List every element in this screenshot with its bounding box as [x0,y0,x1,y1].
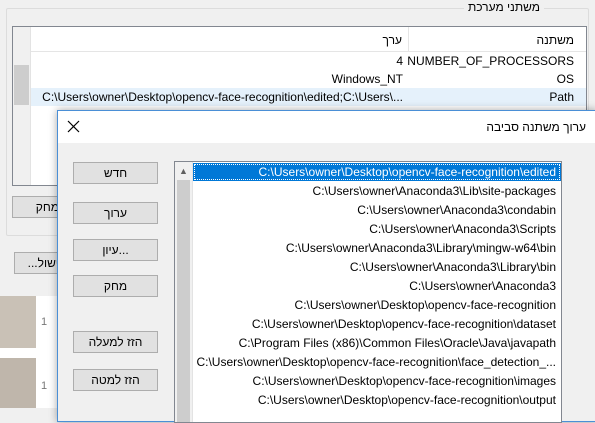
thumbnail-image [0,358,36,408]
dialog-titlebar[interactable]: ערוך משתנה סביבה [58,111,595,143]
column-header-variable[interactable]: משתנה [537,33,574,47]
variable-name: Path [549,90,574,104]
variable-name: NUMBER_OF_PROCESSORS [407,54,574,68]
edit-button[interactable]: ערוך [73,202,158,224]
system-variable-row-path[interactable]: Path C:\Users\owner\Desktop\opencv-face-… [31,88,586,106]
browse-button[interactable]: עיון... [73,239,158,261]
column-divider[interactable] [408,27,409,51]
path-entry[interactable]: C:\Program Files (x86)\Common Files\Orac… [193,334,561,352]
path-entry[interactable]: C:\Users\owner\Desktop\opencv-face-recog… [193,163,561,181]
variable-value: C:\Users\owner\Desktop\opencv-face-recog… [42,90,403,104]
path-entry[interactable]: C:\Users\owner\Anaconda3\Lib\site-packag… [193,182,561,200]
path-list-scrollbar[interactable]: ▲ [175,162,193,422]
path-entry[interactable]: C:\Users\owner\Desktop\opencv-face-recog… [193,315,561,333]
system-variable-row[interactable]: OS Windows_NT [31,70,586,88]
path-entry[interactable]: C:\Users\owner\Desktop\opencv-face-recog… [193,391,561,409]
new-button[interactable]: חדש [73,162,158,184]
variable-name: OS [556,72,574,86]
system-variable-row[interactable]: NUMBER_OF_PROCESSORS 4 [31,52,586,70]
dialog-title: ערוך משתנה סביבה [486,120,586,134]
column-header-value[interactable]: ערך [383,33,402,47]
path-entry[interactable]: C:\Users\owner\Anaconda3\condabin [193,201,561,219]
close-icon [67,120,80,133]
scroll-up-arrow-icon[interactable]: ▲ [179,166,188,176]
path-entry[interactable]: C:\Users\owner\Anaconda3\Library\bin [193,258,561,276]
close-button[interactable] [58,111,90,143]
move-up-button[interactable]: הזז למעלה [73,331,158,353]
thumbnail-number: 1 [41,380,48,392]
variable-value: 4 [396,54,403,68]
variable-value: Windows_NT [331,72,403,86]
path-entry[interactable]: C:\Users\owner\Anaconda3\Scripts [193,220,561,238]
path-entries-list[interactable]: ▲ C:\Users\owner\Desktop\opencv-face-rec… [174,161,562,423]
move-down-button[interactable]: הזז למטה [73,369,158,391]
path-entry[interactable]: C:\Users\owner\Anaconda3 [193,277,561,295]
scrollbar-thumb[interactable] [14,65,29,105]
system-variables-label: משתני מערכת [463,0,544,14]
list-header: משתנה ערך [31,27,586,52]
thumbnail-number: 1 [41,316,48,328]
path-entry[interactable]: C:\Users\owner\Desktop\opencv-face-recog… [193,353,561,371]
path-entry[interactable]: C:\Users\owner\Desktop\opencv-face-recog… [193,372,561,390]
edit-environment-variable-dialog: ערוך משתנה סביבה חדש ערוך עיון... מחק הז… [57,110,595,423]
path-entry[interactable]: C:\Users\owner\Desktop\opencv-face-recog… [193,296,561,314]
thumbnail-image [0,296,36,348]
system-list-scrollbar[interactable] [13,27,31,185]
delete-button[interactable]: מחק [73,275,158,297]
path-entry[interactable]: C:\Users\owner\Anaconda3\Library\mingw-w… [193,239,561,257]
scrollbar-thumb[interactable] [177,180,190,422]
